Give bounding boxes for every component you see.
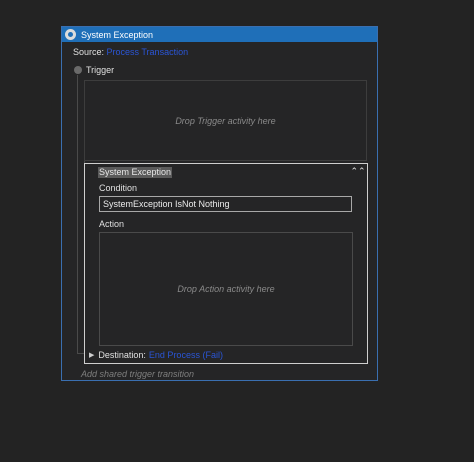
trigger-row: Trigger	[74, 65, 114, 75]
connector-line	[77, 75, 78, 354]
trigger-drop-zone[interactable]: Drop Trigger activity here	[84, 80, 367, 161]
destination-row: ▶ Destination: End Process (Fail)	[89, 350, 223, 360]
condition-label: Condition	[99, 183, 138, 193]
trigger-label: Trigger	[86, 65, 115, 75]
transition-title: System Exception	[81, 29, 154, 40]
destination-link[interactable]: End Process (Fail)	[149, 350, 223, 360]
expand-arrow-icon[interactable]: ▶	[89, 351, 94, 359]
transition-card[interactable]: System Exception Source: Process Transac…	[61, 26, 378, 381]
source-link[interactable]: Process Transaction	[107, 47, 189, 57]
add-shared-trigger-link[interactable]: Add shared trigger transition	[81, 369, 194, 379]
source-label: Source:	[73, 47, 105, 57]
action-drop-hint: Drop Action activity here	[177, 284, 275, 294]
transition-detail-panel[interactable]: System Exception ⌃⌃ Condition SystemExce…	[84, 163, 368, 364]
source-row: Source: Process Transaction	[73, 47, 188, 57]
action-label: Action	[99, 219, 125, 229]
transition-titlebar[interactable]: System Exception	[62, 27, 377, 42]
double-chevron-up-icon[interactable]: ⌃⌃	[350, 165, 365, 177]
transition-icon	[65, 29, 76, 40]
trigger-node-icon	[74, 66, 82, 74]
destination-label: Destination:	[98, 350, 146, 360]
trigger-drop-hint: Drop Trigger activity here	[175, 115, 276, 126]
panel-title[interactable]: System Exception	[98, 167, 173, 178]
action-drop-zone[interactable]: Drop Action activity here	[99, 232, 353, 346]
condition-input[interactable]: SystemException IsNot Nothing	[99, 196, 352, 212]
